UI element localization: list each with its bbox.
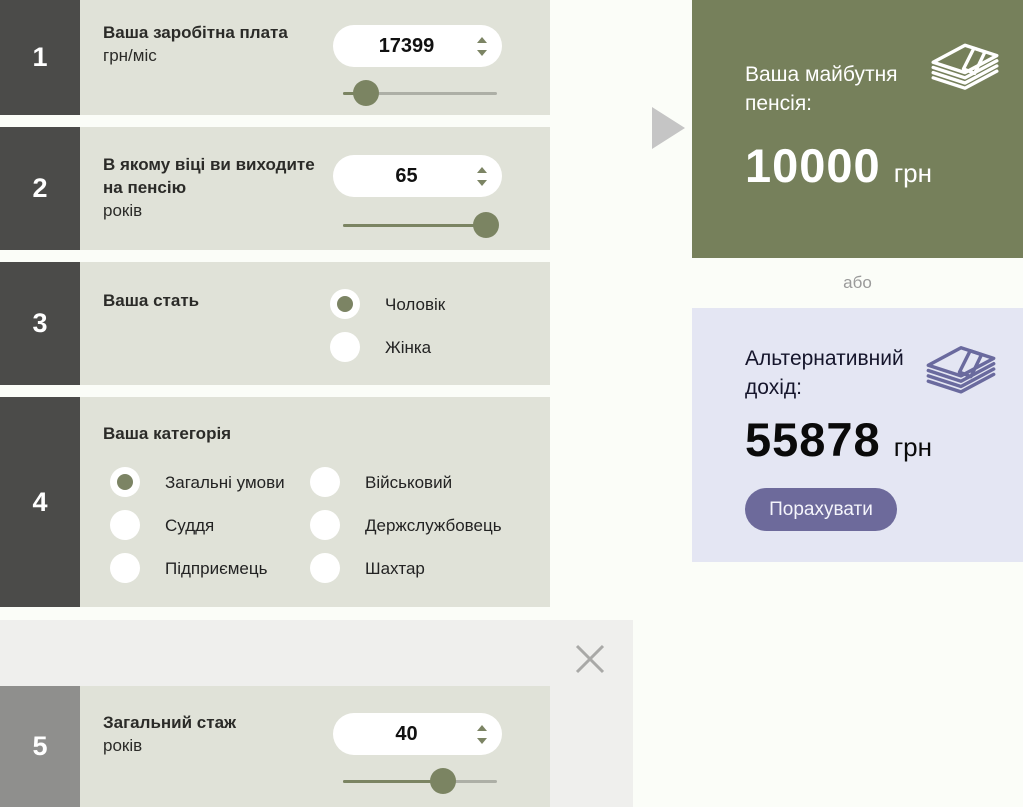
money-stack-icon bbox=[928, 33, 1002, 98]
spinner-down-icon[interactable] bbox=[477, 179, 487, 186]
radio-civil-servant-label[interactable]: Держслужбовець bbox=[365, 516, 502, 536]
alternative-currency: грн bbox=[893, 432, 933, 462]
salary-value: 17399 bbox=[378, 34, 435, 57]
gender-title: Ваша стать bbox=[103, 291, 200, 310]
radio-male-label[interactable]: Чоловік bbox=[385, 295, 445, 315]
step-experience-content: Загальний стаж років 40 bbox=[80, 686, 550, 807]
step-row-category: 4 Ваша категорія Загальні умови Військов… bbox=[0, 397, 550, 607]
age-spinners bbox=[477, 155, 487, 197]
alternative-amount: 55878 bbox=[745, 413, 881, 466]
spinner-up-icon[interactable] bbox=[477, 36, 487, 43]
experience-input[interactable]: 40 bbox=[333, 713, 502, 755]
step-category-content: Ваша категорія Загальні умови Військовий… bbox=[80, 397, 550, 607]
experience-slider-fill bbox=[343, 780, 444, 783]
step-number-badge: 5 bbox=[0, 686, 80, 807]
age-title: В якому віці ви виходите на пенсію bbox=[103, 155, 315, 197]
spinner-down-icon[interactable] bbox=[477, 49, 487, 56]
age-slider-fill bbox=[343, 224, 487, 227]
salary-input[interactable]: 17399 bbox=[333, 25, 502, 67]
radio-general-label[interactable]: Загальні умови bbox=[165, 473, 285, 493]
radio-male[interactable] bbox=[330, 289, 360, 319]
salary-title: Ваша заробітна плата bbox=[103, 23, 288, 42]
experience-label: Загальний стаж років bbox=[103, 711, 236, 757]
radio-entrepreneur[interactable] bbox=[110, 553, 140, 583]
pension-result-panel: Ваша майбутня пенсія: 10000 грн bbox=[692, 0, 1023, 258]
salary-spinners bbox=[477, 25, 487, 67]
arrow-right-triangle-icon bbox=[652, 107, 685, 149]
category-title: Ваша категорія bbox=[103, 424, 232, 443]
salary-label: Ваша заробітна плата грн/міс bbox=[103, 21, 288, 67]
salary-slider-thumb[interactable] bbox=[353, 80, 380, 106]
category-label: Ваша категорія bbox=[103, 422, 231, 445]
step-salary-content: Ваша заробітна плата грн/міс 17399 bbox=[80, 0, 550, 115]
pension-amount-line: 10000 грн bbox=[745, 138, 932, 193]
radio-miner-label[interactable]: Шахтар bbox=[365, 559, 425, 579]
money-stack-icon bbox=[923, 335, 999, 402]
radio-miner[interactable] bbox=[310, 553, 340, 583]
or-divider-label: або bbox=[843, 273, 872, 292]
experience-spinners bbox=[477, 713, 487, 755]
age-slider-thumb[interactable] bbox=[473, 212, 500, 238]
age-unit: років bbox=[103, 201, 143, 220]
step-number-badge: 3 bbox=[0, 262, 80, 385]
experience-unit: років bbox=[103, 736, 143, 755]
radio-civil-servant[interactable] bbox=[310, 510, 340, 540]
step-number-badge: 2 bbox=[0, 127, 80, 250]
step-row-salary: 1 Ваша заробітна плата грн/міс 17399 bbox=[0, 0, 550, 115]
pension-amount: 10000 bbox=[745, 139, 881, 192]
calculate-button[interactable]: Порахувати bbox=[745, 488, 897, 531]
step-row-gender: 3 Ваша стать Чоловік Жінка bbox=[0, 262, 550, 385]
radio-entrepreneur-label[interactable]: Підприємець bbox=[165, 559, 267, 579]
alternative-income-panel: Альтернативний дохід: 55878 грн Порахува… bbox=[692, 308, 1023, 562]
radio-judge[interactable] bbox=[110, 510, 140, 540]
radio-military-label[interactable]: Військовий bbox=[365, 473, 452, 493]
pension-currency: грн bbox=[893, 158, 933, 188]
radio-judge-label[interactable]: Суддя bbox=[165, 516, 214, 536]
age-label: В якому віці ви виходите на пенсію років bbox=[103, 153, 325, 222]
radio-general[interactable] bbox=[110, 467, 140, 497]
spinner-up-icon[interactable] bbox=[477, 166, 487, 173]
age-value: 65 bbox=[395, 164, 418, 187]
close-icon[interactable] bbox=[573, 642, 607, 676]
pension-result-title: Ваша майбутня пенсія: bbox=[745, 63, 898, 115]
step-number-badge: 4 bbox=[0, 397, 80, 607]
radio-military[interactable] bbox=[310, 467, 340, 497]
experience-slider[interactable] bbox=[343, 768, 497, 794]
step-age-content: В якому віці ви виходите на пенсію років… bbox=[80, 127, 550, 250]
step-gender-content: Ваша стать Чоловік Жінка bbox=[80, 262, 550, 385]
experience-value: 40 bbox=[395, 722, 418, 745]
radio-female[interactable] bbox=[330, 332, 360, 362]
step-number-badge: 1 bbox=[0, 0, 80, 115]
age-slider[interactable] bbox=[343, 212, 500, 238]
alternative-amount-line: 55878 грн bbox=[745, 412, 932, 467]
gender-label: Ваша стать bbox=[103, 289, 199, 312]
step-row-experience: 5 Загальний стаж років 40 bbox=[0, 686, 550, 807]
salary-unit: грн/міс bbox=[103, 46, 157, 65]
salary-slider[interactable] bbox=[343, 80, 497, 106]
age-input[interactable]: 65 bbox=[333, 155, 502, 197]
experience-title: Загальний стаж bbox=[103, 713, 237, 732]
spinner-up-icon[interactable] bbox=[477, 724, 487, 731]
radio-female-label[interactable]: Жінка bbox=[385, 338, 431, 358]
spinner-down-icon[interactable] bbox=[477, 737, 487, 744]
experience-slider-thumb[interactable] bbox=[430, 768, 457, 794]
alternative-title: Альтернативний дохід: bbox=[745, 347, 904, 399]
step-row-retirement-age: 2 В якому віці ви виходите на пенсію рок… bbox=[0, 127, 550, 250]
